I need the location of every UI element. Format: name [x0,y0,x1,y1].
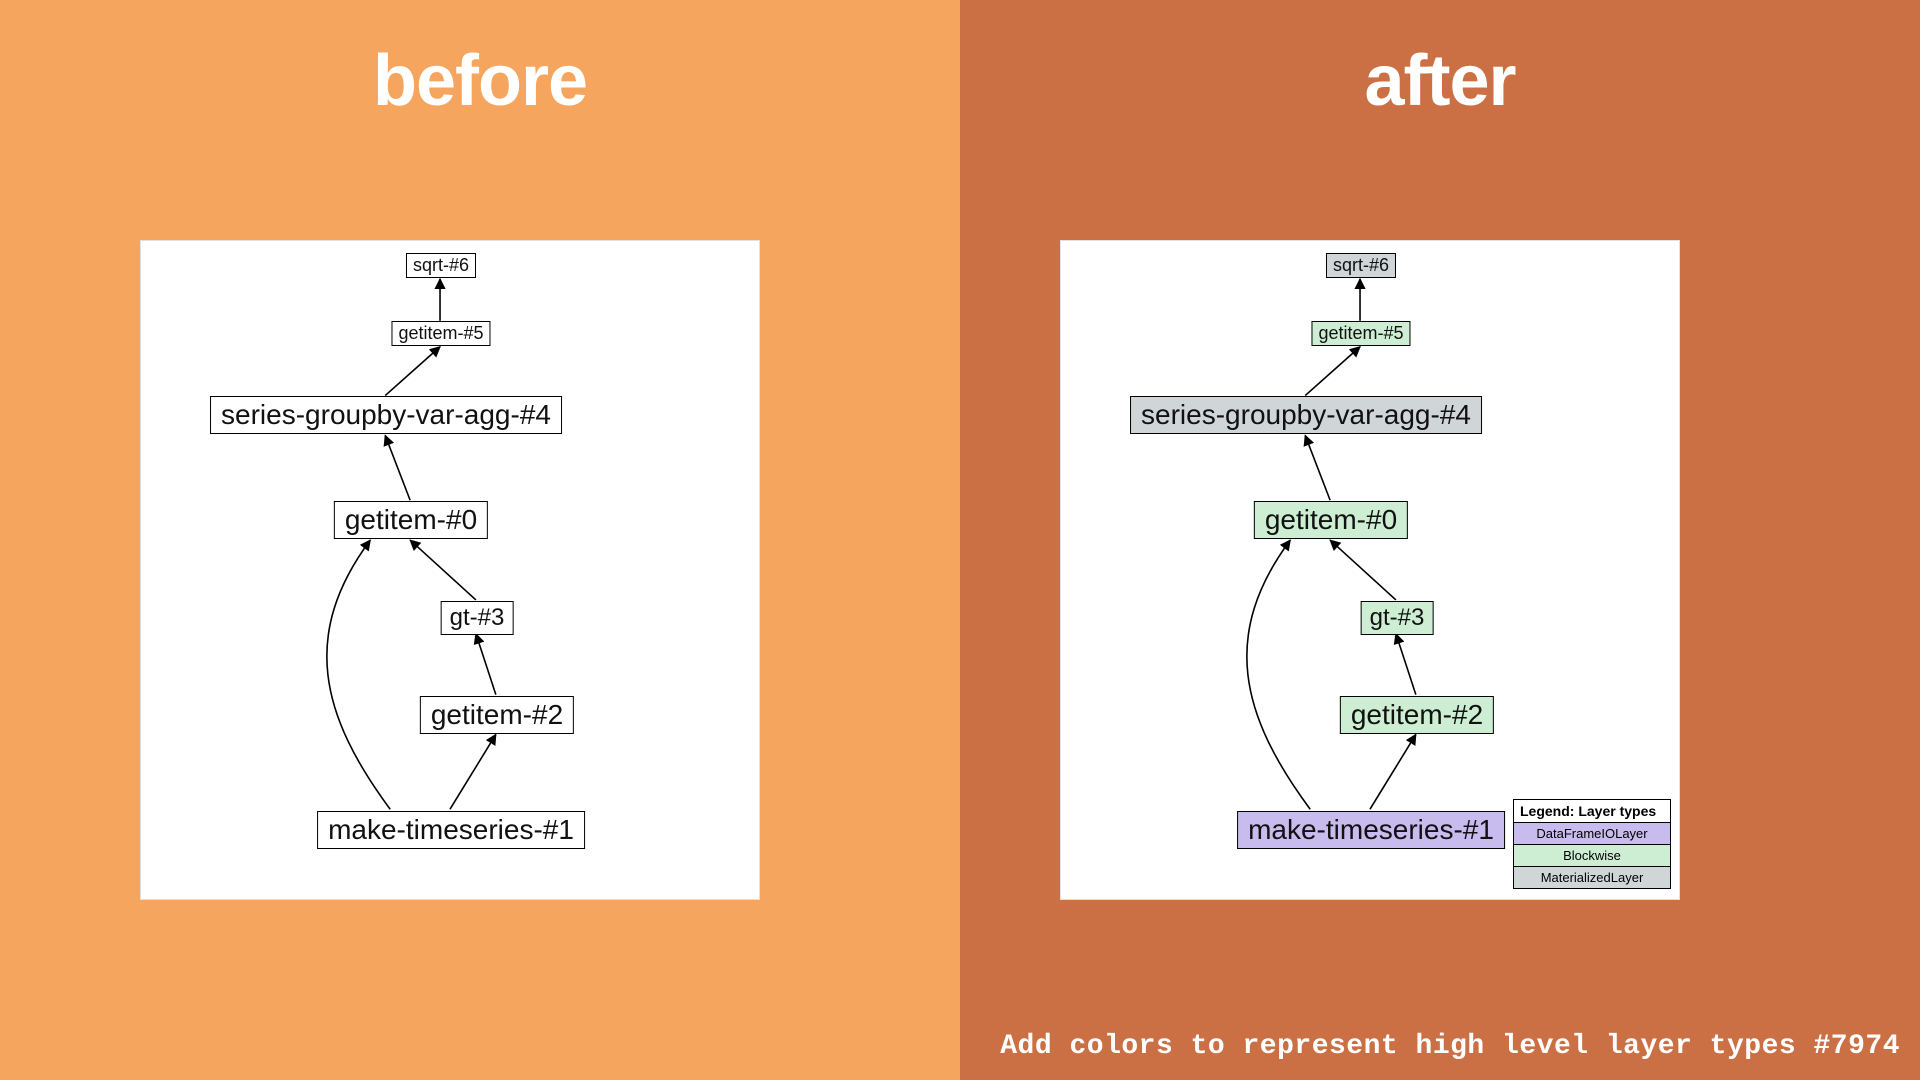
caption: Add colors to represent high level layer… [1000,1031,1900,1062]
graph-node-getitem2: getitem-#2 [1340,696,1494,734]
legend-item: Blockwise [1514,844,1670,866]
graph-node-getitem5: getitem-#5 [391,321,490,346]
edge-gt3-to-getitem0 [1330,540,1396,600]
edge-getitem2-to-gt3 [476,634,496,695]
edge-gt3-to-getitem0 [410,540,476,600]
graph-node-sqrt: sqrt-#6 [406,253,476,278]
graph-node-getitem0: getitem-#0 [1254,501,1408,539]
edge-makets-to-getitem0 [1247,540,1310,809]
legend-title: Legend: Layer types [1514,800,1670,822]
edge-getitem2-to-gt3 [1396,634,1416,695]
graph-node-agg: series-groupby-var-agg-#4 [210,396,562,434]
graph-node-gt3: gt-#3 [441,601,514,635]
before-title: before [0,40,960,122]
edge-makets-to-getitem2 [1370,734,1416,809]
graph-node-getitem5: getitem-#5 [1311,321,1410,346]
edge-getitem0-to-agg [385,435,410,500]
before-panel: before sqrt-#6 getitem-#5 series-groupby-v… [0,0,960,1080]
legend-item: DataFrameIOLayer [1514,822,1670,844]
after-title: after [960,40,1920,122]
graph-node-getitem0: getitem-#0 [334,501,488,539]
before-graph: sqrt-#6 getitem-#5 series-groupby-var-agg-… [140,240,760,900]
graph-node-gt3: gt-#3 [1361,601,1434,635]
after-graph: sqrt-#6 getitem-#5 series-groupby-var-agg-… [1060,240,1680,900]
edge-makets-to-getitem0 [327,540,390,809]
edge-makets-to-getitem2 [450,734,496,809]
after-panel: after sqrt-#6 getitem-#5 series-groupby-va… [960,0,1920,1080]
edge-getitem0-to-agg [1305,435,1330,500]
graph-node-makets: make-timeseries-#1 [317,811,585,849]
edge-agg-to-getitem5 [385,347,440,396]
legend-item: MaterializedLayer [1514,866,1670,888]
graph-node-agg: series-groupby-var-agg-#4 [1130,396,1482,434]
graph-node-getitem2: getitem-#2 [420,696,574,734]
legend: Legend: Layer types DataFrameIOLayer Blo… [1513,799,1671,889]
graph-node-sqrt: sqrt-#6 [1326,253,1396,278]
edge-agg-to-getitem5 [1305,347,1360,396]
graph-node-makets: make-timeseries-#1 [1237,811,1505,849]
